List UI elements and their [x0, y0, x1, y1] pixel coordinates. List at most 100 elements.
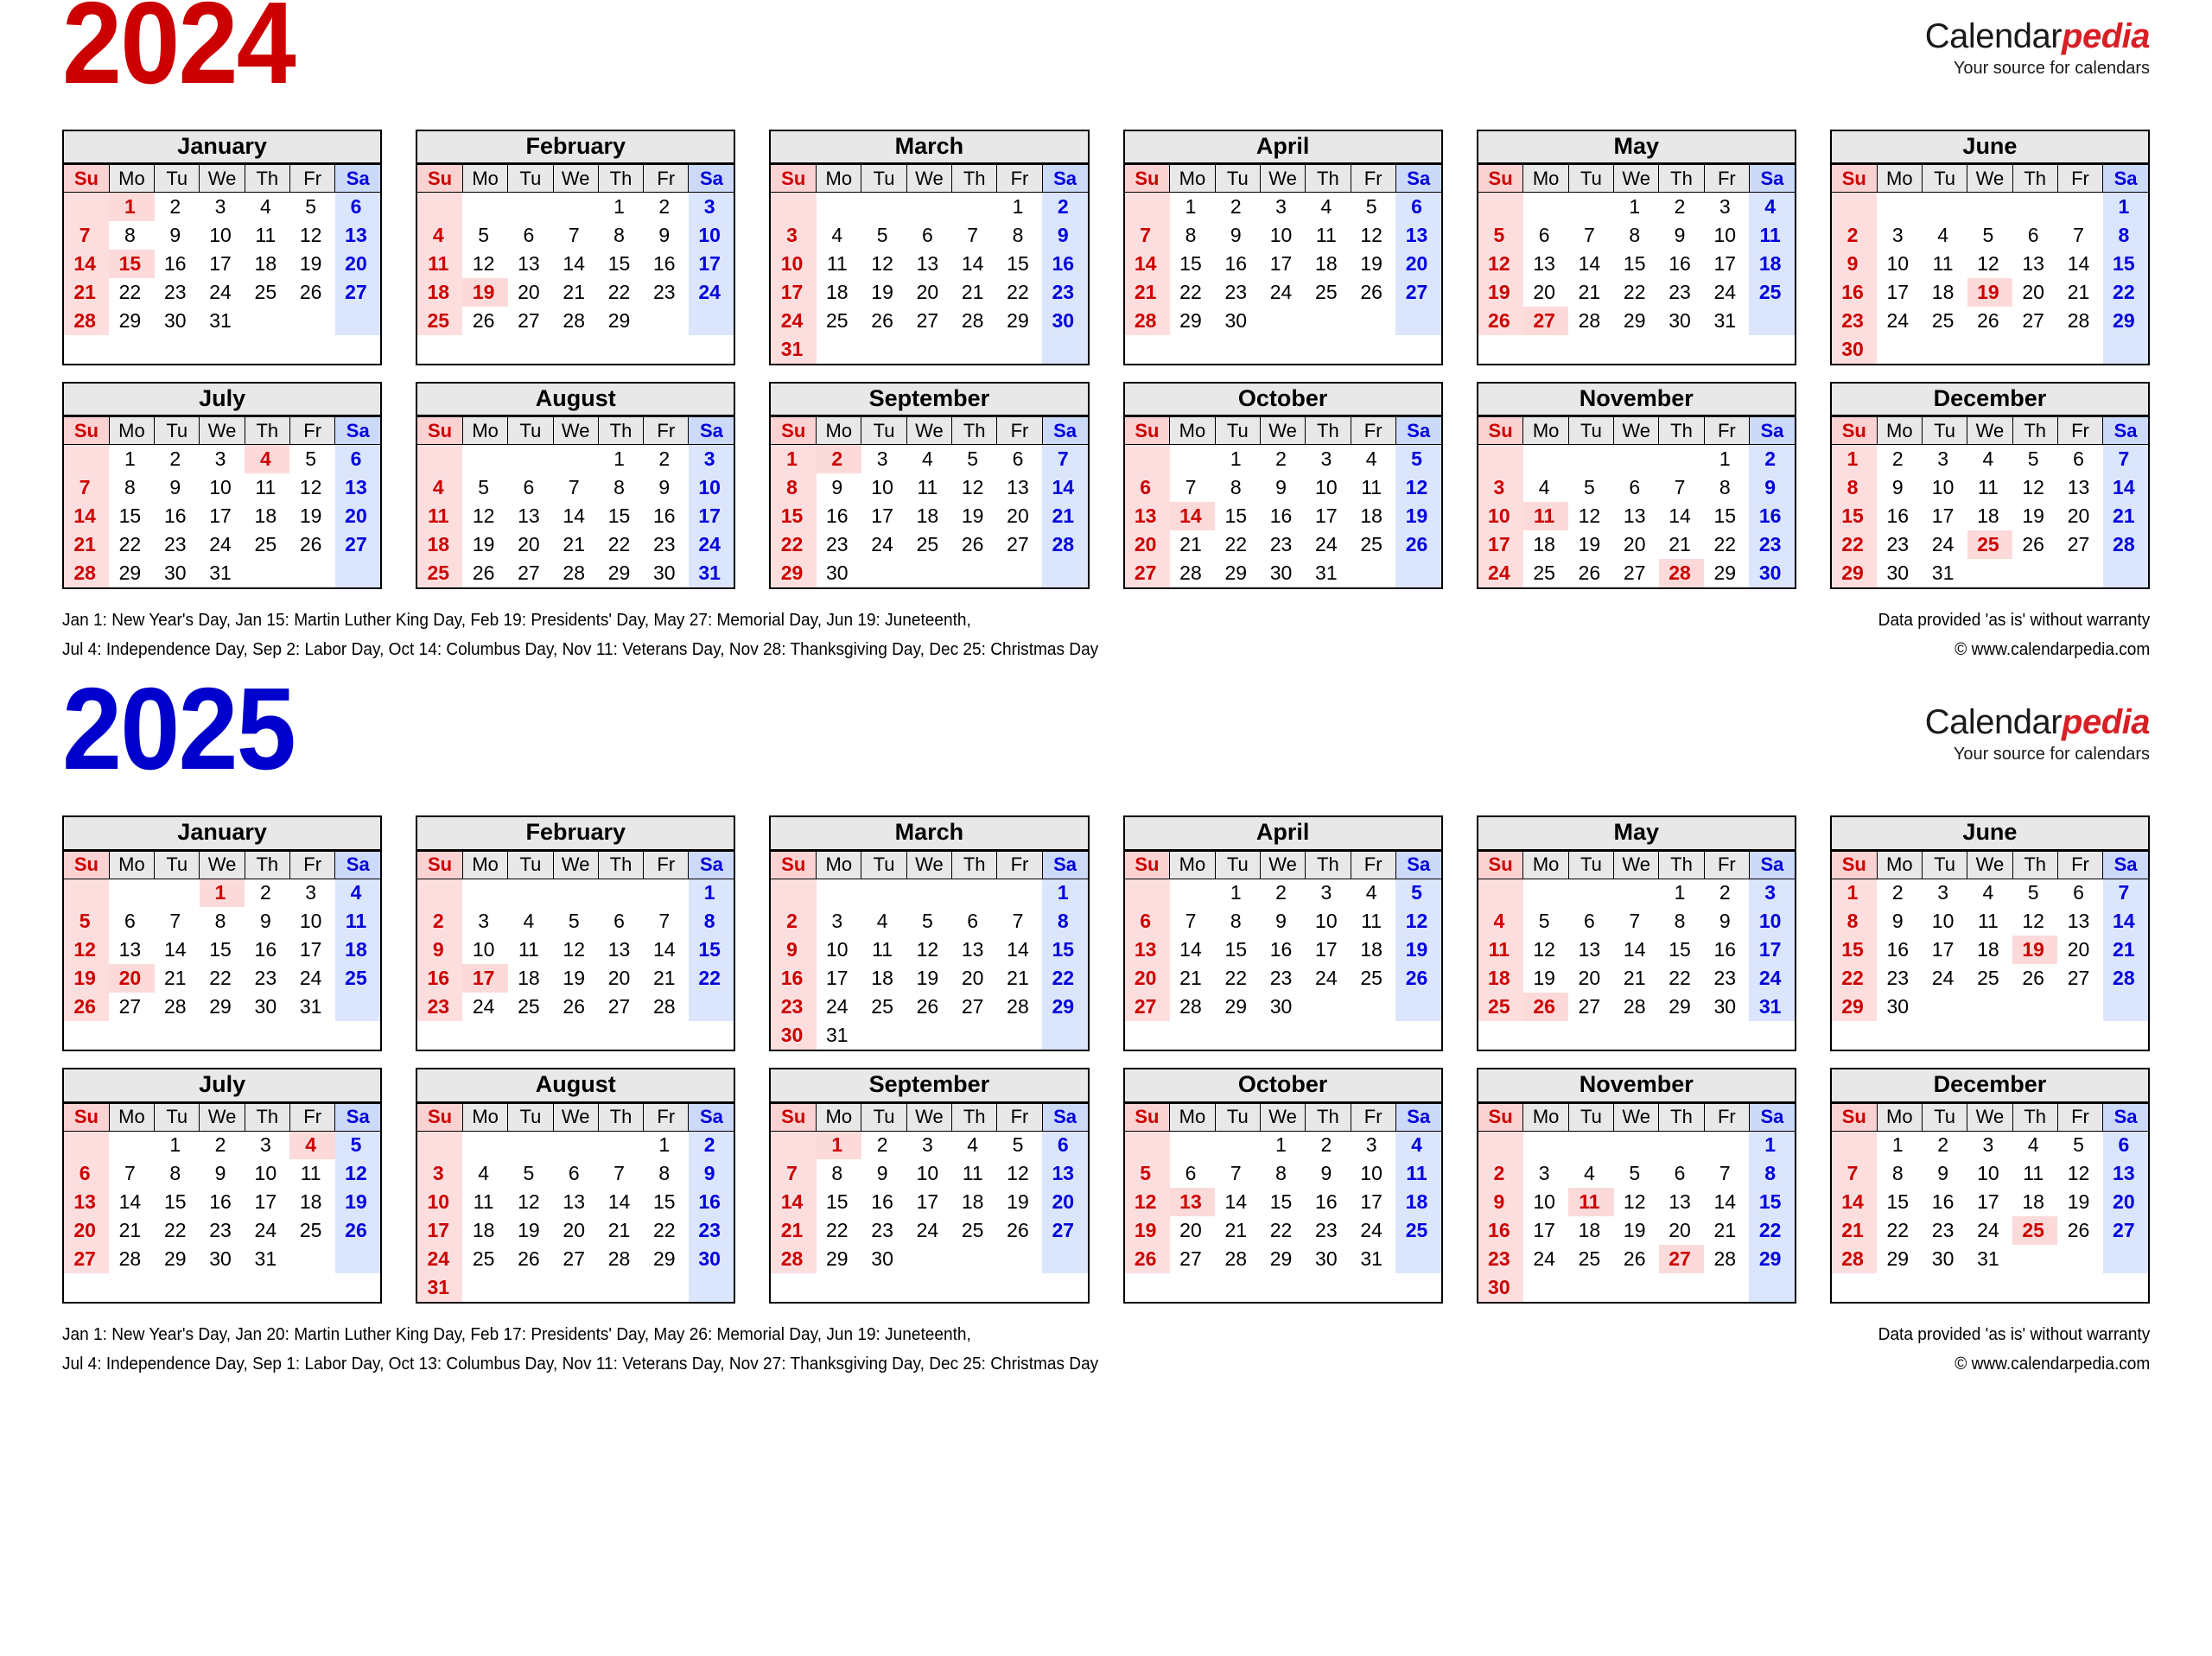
- weekday-header-th: Th: [951, 416, 998, 446]
- day-cell: 17: [417, 1216, 463, 1245]
- week-row: 14 15 16 17 18 19 20: [1831, 1188, 2149, 1216]
- month-day-grid: Su Mo Tu We Th Fr Sa 1 2 3 4 5 6 7 8 9 10 11 12 13 14 15 16 17…: [417, 416, 734, 587]
- month-day-grid: Su Mo Tu We Th Fr Sa 1 2 3 4 5 6 7 8 9 10 11 12 13 14 15 16 17…: [771, 164, 1088, 364]
- day-cell: 5: [906, 907, 952, 936]
- day-cell: 23: [245, 964, 290, 993]
- weekday-header-mo: Mo: [1876, 850, 1923, 879]
- empty-day-cell: [861, 1021, 907, 1050]
- day-cell: 5: [996, 1131, 1043, 1159]
- day-cell: 21: [996, 964, 1043, 993]
- day-cell: 2: [643, 192, 689, 221]
- empty-day-cell: [1568, 1131, 1614, 1159]
- month-block: May Su Mo Tu We Th Fr Sa 1 2 3 4 5 6 7 8 9 10 11 12 13 14 15 1…: [1476, 130, 1796, 365]
- day-cell: 22: [1215, 964, 1261, 993]
- day-cell: 12: [1395, 473, 1441, 502]
- weekday-header-row: Su Mo Tu We Th Fr Sa: [417, 1102, 734, 1132]
- empty-day-cell: [2057, 1245, 2103, 1273]
- weekday-header-we: We: [1259, 164, 1306, 194]
- week-row: 16 17 18 19 20 21 22: [771, 964, 1088, 993]
- day-cell: 8: [1831, 907, 1878, 936]
- empty-day-cell: [1351, 558, 1396, 587]
- empty-day-cell: [245, 558, 290, 587]
- day-cell: 30: [199, 1245, 245, 1273]
- empty-day-cell: [1522, 444, 1569, 473]
- day-cell: 29: [199, 993, 245, 1022]
- day-cell: 8: [2102, 220, 2149, 250]
- day-cell: 4: [1522, 473, 1569, 502]
- week-row: 29 30: [771, 558, 1088, 587]
- day-cell: 24: [289, 964, 335, 993]
- day-cell: 7: [2057, 220, 2103, 250]
- day-cell: 20: [507, 277, 554, 307]
- day-cell: 31: [1967, 1245, 2013, 1273]
- brand-tagline: Your source for calendars: [1953, 59, 2150, 78]
- weekday-header-row: Su Mo Tu We Th Fr Sa: [64, 164, 381, 194]
- day-cell: 10: [417, 1188, 463, 1216]
- day-cell: 20: [553, 1216, 599, 1245]
- day-cell: 17: [1522, 1216, 1569, 1245]
- week-row: 28 29 30: [1124, 306, 1441, 335]
- day-cell: 7: [1124, 220, 1170, 250]
- empty-day-cell: [553, 879, 599, 908]
- weekday-header-mo: Mo: [108, 850, 156, 879]
- week-row: 5 6 7 8 9 10 11: [1124, 1159, 1441, 1188]
- day-cell: 13: [2102, 1159, 2149, 1188]
- weekday-header-fr: Fr: [1350, 416, 1396, 446]
- day-cell: 25: [2012, 1216, 2058, 1245]
- day-cell: 26: [1613, 1245, 1659, 1273]
- weekday-header-su: Su: [1478, 416, 1524, 446]
- day-cell: 7: [643, 907, 689, 936]
- weekday-header-tu: Tu: [154, 416, 200, 446]
- day-cell: 5: [1613, 1159, 1659, 1188]
- day-cell: 9: [1478, 1188, 1523, 1216]
- empty-day-cell: [2012, 192, 2058, 221]
- day-cell: 11: [1922, 249, 1967, 278]
- weekday-header-su: Su: [417, 1102, 463, 1132]
- day-cell: 17: [688, 249, 734, 278]
- day-cell: 11: [1522, 501, 1569, 530]
- week-row: 22 23 24 25 26 27 28: [1831, 530, 2149, 559]
- week-row: 15 16 17 18 19 20 21: [1831, 936, 2149, 965]
- week-row: 21 22 23 24 25 26 27: [771, 1216, 1088, 1245]
- day-cell: 22: [2102, 277, 2149, 307]
- weekday-header-mo: Mo: [1522, 416, 1569, 446]
- weekday-header-fr: Fr: [2056, 416, 2104, 446]
- day-cell: 30: [1877, 558, 1923, 587]
- day-cell: 12: [996, 1159, 1043, 1188]
- week-row: 12: [771, 192, 1088, 221]
- week-row: 26 27 28 29 30 31: [64, 993, 381, 1022]
- day-cell: 30: [688, 1245, 734, 1273]
- holiday-legend-2025: Jan 1: New Year's Day, Jan 20: Martin Lu…: [62, 1320, 1098, 1379]
- empty-day-cell: [861, 192, 907, 221]
- day-cell: 8: [109, 220, 155, 250]
- day-cell: 29: [1260, 1245, 1306, 1273]
- day-cell: 2: [643, 444, 689, 473]
- day-cell: 22: [771, 530, 817, 559]
- week-row: 26 27 28 29 30 31: [1124, 1245, 1441, 1273]
- weekday-header-sa: Sa: [688, 164, 734, 194]
- empty-day-cell: [417, 879, 463, 908]
- weekday-header-fr: Fr: [996, 850, 1043, 879]
- brand-name-part2: pedia: [2062, 703, 2150, 742]
- day-cell: 15: [1831, 936, 1878, 965]
- day-cell: 26: [507, 1245, 554, 1273]
- week-row: 13 14 15 16 17 18 19: [1124, 936, 1441, 965]
- empty-day-cell: [906, 558, 952, 587]
- day-cell: 3: [199, 192, 245, 221]
- month-day-grid: Su Mo Tu We Th Fr Sa 1 2 3 4 5 6 7 8 9 10 11 12 13 14 15 16 17 1…: [771, 416, 1088, 587]
- day-cell: 28: [771, 1245, 817, 1273]
- day-cell: 11: [1749, 220, 1795, 250]
- week-row: 3456789: [771, 220, 1088, 250]
- day-cell: 14: [2102, 907, 2149, 936]
- day-cell: 14: [1042, 473, 1088, 502]
- day-cell: 20: [2102, 1188, 2149, 1216]
- day-cell: 12: [906, 936, 952, 965]
- day-cell: 19: [906, 964, 952, 993]
- day-cell: 15: [2102, 249, 2149, 278]
- day-cell: 19: [1522, 964, 1569, 993]
- day-cell: 10: [1922, 907, 1967, 936]
- day-cell: 22: [816, 1216, 861, 1245]
- day-cell: 26: [1351, 277, 1396, 307]
- day-cell: 9: [1305, 1159, 1351, 1188]
- day-cell: 17: [462, 964, 508, 993]
